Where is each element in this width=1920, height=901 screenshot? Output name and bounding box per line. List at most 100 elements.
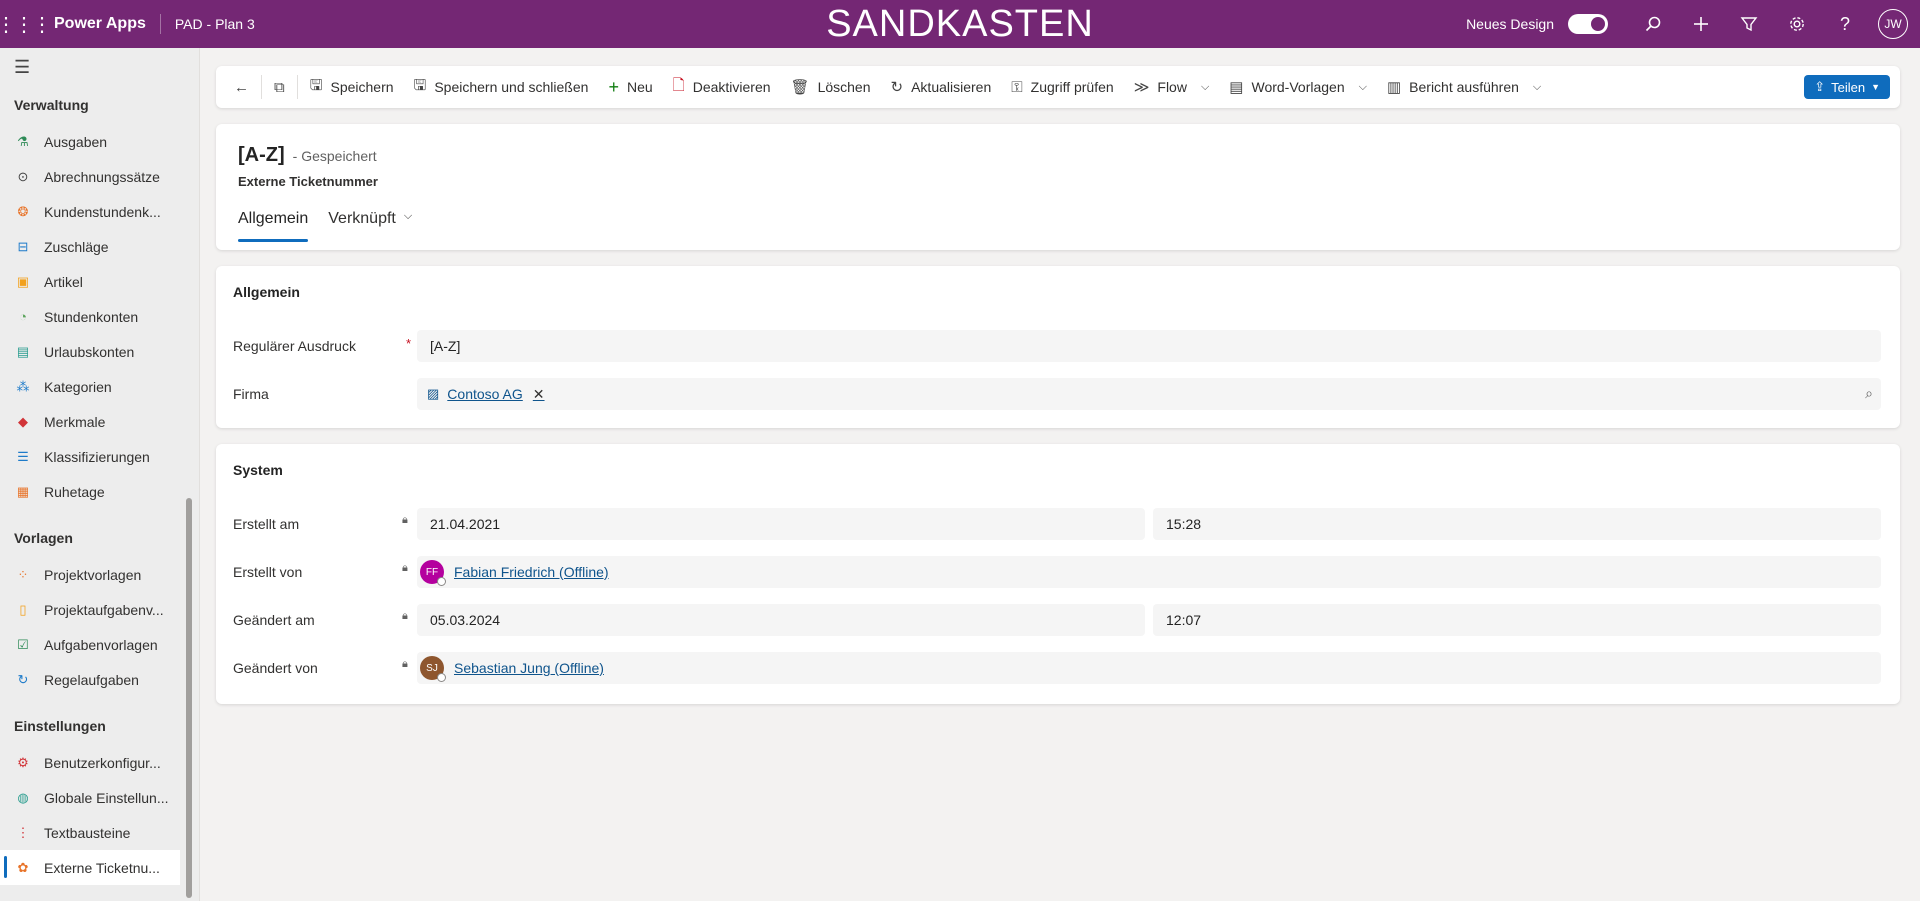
run-report-button[interactable]: ▥ Bericht ausführen ⌵ bbox=[1377, 66, 1551, 108]
add-icon[interactable] bbox=[1680, 0, 1722, 48]
check-access-button[interactable]: ⚿ Zugriff prüfen bbox=[1001, 66, 1123, 108]
company-lookup-tag[interactable]: ▨ Contoso AG ✕ bbox=[427, 386, 545, 403]
search-icon[interactable]: ⌕ bbox=[1865, 385, 1873, 402]
key-icon: ⚿ bbox=[1011, 78, 1023, 96]
share-button[interactable]: ⇪ Teilen ▼ bbox=[1804, 75, 1890, 99]
tab-verknuepft[interactable]: Verknüpft ⌵ bbox=[328, 208, 412, 244]
open-in-window-icon: ⧉ bbox=[274, 78, 285, 96]
new-button[interactable]: + Neu bbox=[598, 66, 662, 108]
save-button[interactable]: 🖫 Speichern bbox=[300, 66, 404, 108]
back-button[interactable]: ← bbox=[224, 66, 259, 108]
sidebar-item-globale-einstellungen[interactable]: ◍ Globale Einstellun... bbox=[0, 780, 199, 815]
sidebar-item-ruhetage[interactable]: ▦ Ruhetage bbox=[0, 474, 199, 509]
modified-on-date[interactable]: 05.03.2024 bbox=[417, 604, 1145, 636]
hour-account-icon: ◔ bbox=[19, 309, 27, 324]
project-task-template-icon: ▯ bbox=[19, 601, 27, 617]
sidebar-item-stundenkonten[interactable]: ◔ Stundenkonten bbox=[0, 299, 199, 334]
rest-day-icon: ▦ bbox=[16, 483, 30, 499]
created-by-name[interactable]: Fabian Friedrich (Offline) bbox=[454, 564, 609, 580]
app-launcher-icon[interactable]: ⋮⋮⋮ bbox=[0, 0, 52, 48]
app-name[interactable]: Power Apps bbox=[54, 15, 146, 33]
chevron-down-icon: ▼ bbox=[1871, 82, 1880, 92]
sidebar-item-externe-ticketnummern[interactable]: ✿ Externe Ticketnu... bbox=[0, 850, 180, 885]
help-icon[interactable]: ? bbox=[1824, 0, 1866, 48]
settings-gear-icon[interactable] bbox=[1776, 0, 1818, 48]
sidebar-item-benutzerkonfiguration[interactable]: ⚙ Benutzerkonfigur... bbox=[0, 745, 199, 780]
avatar-initials: FF bbox=[425, 566, 439, 578]
regex-input[interactable]: [A-Z] bbox=[417, 330, 1881, 362]
task-template-icon: ☑ bbox=[17, 636, 29, 652]
sidebar-item-projektaufgabenvorlagen[interactable]: ▯ Projektaufgabenv... bbox=[0, 592, 199, 627]
created-on-date[interactable]: 21.04.2021 bbox=[417, 508, 1145, 540]
sidebar-item-zuschlaege[interactable]: ⊟ Zuschläge bbox=[0, 229, 199, 264]
modified-on-time[interactable]: 12:07 bbox=[1153, 604, 1881, 636]
save-close-icon: 🖫 bbox=[413, 76, 427, 94]
sidebar-item-label: Ausgaben bbox=[44, 133, 108, 150]
sidebar-item-klassifizierungen[interactable]: ☰ Klassifizierungen bbox=[0, 439, 199, 474]
company-lookup[interactable]: ▨ Contoso AG ✕ ⌕ bbox=[417, 378, 1881, 410]
hamburger-menu-icon[interactable]: ☰ bbox=[0, 48, 199, 86]
word-templates-button[interactable]: ▤ Word-Vorlagen ⌵ bbox=[1219, 66, 1377, 108]
presence-offline-icon bbox=[437, 673, 446, 682]
sidebar-item-textbausteine[interactable]: ⋮ Textbausteine bbox=[0, 815, 199, 850]
modified-by-lookup[interactable]: SJ Sebastian Jung (Offline) bbox=[417, 652, 1881, 684]
sidebar-item-label: Merkmale bbox=[44, 413, 106, 430]
lock-icon: 🔒︎ bbox=[402, 610, 408, 622]
save-label: Speichern bbox=[330, 79, 394, 95]
field-label: Regulärer Ausdruck bbox=[233, 338, 356, 354]
field-modified-by: Geändert von 🔒︎ SJ Sebastian Jung (Offli… bbox=[216, 652, 1900, 684]
chevron-down-icon: ⌵ bbox=[403, 210, 413, 222]
delete-button[interactable]: 🗑 Löschen bbox=[781, 66, 881, 108]
field-modified-on: Geändert am 🔒︎ 05.03.2024 12:07 bbox=[216, 604, 1900, 636]
sidebar-group-vorlagen: Vorlagen bbox=[14, 530, 73, 546]
classification-icon: ☰ bbox=[17, 448, 29, 464]
avatar: FF bbox=[420, 560, 446, 586]
company-name[interactable]: Contoso AG bbox=[447, 386, 523, 402]
refresh-button[interactable]: ↻ Aktualisieren bbox=[881, 66, 1002, 108]
remove-icon[interactable]: ✕ bbox=[533, 386, 545, 403]
sidebar-item-regelaufgaben[interactable]: ↻ Regelaufgaben bbox=[0, 662, 199, 697]
topbar-actions: Neues Design ? JW bbox=[1466, 0, 1908, 48]
sidebar-item-merkmale[interactable]: ◆ Merkmale bbox=[0, 404, 199, 439]
filter-icon[interactable] bbox=[1728, 0, 1770, 48]
tab-allgemein[interactable]: Allgemein bbox=[238, 208, 309, 244]
sidebar-item-ausgaben[interactable]: ⚗ Ausgaben bbox=[0, 124, 199, 159]
user-avatar[interactable]: JW bbox=[1878, 9, 1908, 39]
sidebar-item-label: Artikel bbox=[44, 273, 83, 290]
sidebar-item-label: Ruhetage bbox=[44, 483, 105, 500]
created-on-time[interactable]: 15:28 bbox=[1153, 508, 1881, 540]
record-entity-name: Externe Ticketnummer bbox=[238, 174, 378, 189]
save-and-close-button[interactable]: 🖫 Speichern und schließen bbox=[404, 66, 599, 108]
created-by-lookup[interactable]: FF Fabian Friedrich (Offline) bbox=[417, 556, 1881, 588]
sidebar-item-abrechnungssaetze[interactable]: ⊙ Abrechnungssätze bbox=[0, 159, 199, 194]
record-title: [A-Z] - Gespeichert bbox=[238, 144, 377, 167]
sidebar-item-label: Textbausteine bbox=[44, 824, 131, 841]
search-icon[interactable] bbox=[1632, 0, 1674, 48]
sidebar-scrollbar[interactable] bbox=[186, 498, 192, 898]
lock-icon: 🔒︎ bbox=[402, 658, 408, 670]
category-icon: ⁂ bbox=[16, 378, 30, 394]
sidebar-item-kategorien[interactable]: ⁂ Kategorien bbox=[0, 369, 199, 404]
sidebar-item-kundenstundenkonten[interactable]: ❂ Kundenstundenk... bbox=[0, 194, 199, 229]
avatar-initials: SJ bbox=[426, 662, 438, 674]
deactivate-button[interactable]: 🗋 Deaktivieren bbox=[663, 66, 781, 108]
field-firma: Firma ▨ Contoso AG ✕ ⌕ bbox=[216, 378, 1900, 410]
modified-by-name[interactable]: Sebastian Jung (Offline) bbox=[454, 660, 604, 676]
sidebar-item-aufgabenvorlagen[interactable]: ☑ Aufgabenvorlagen bbox=[0, 627, 199, 662]
recurring-task-icon: ↻ bbox=[17, 671, 29, 687]
sidebar-item-label: Globale Einstellun... bbox=[44, 789, 169, 806]
sidebar-item-urlaubskonten[interactable]: ▤ Urlaubskonten bbox=[0, 334, 199, 369]
field-regex: Regulärer Ausdruck * [A-Z] bbox=[216, 330, 1900, 362]
open-new-window-button[interactable]: ⧉ bbox=[264, 66, 295, 108]
flow-icon: ≫ bbox=[1133, 79, 1150, 96]
sidebar-item-label: Zuschläge bbox=[44, 238, 109, 255]
environment-name[interactable]: PAD - Plan 3 bbox=[175, 16, 255, 32]
new-design-toggle[interactable] bbox=[1568, 14, 1608, 34]
command-divider bbox=[296, 75, 298, 99]
delete-label: Löschen bbox=[817, 79, 871, 95]
article-icon: ▣ bbox=[16, 273, 30, 289]
sidebar-item-artikel[interactable]: ▣ Artikel bbox=[0, 264, 199, 299]
flow-button[interactable]: ≫ Flow ⌵ bbox=[1124, 66, 1220, 108]
sidebar-item-projektvorlagen[interactable]: ⁘ Projektvorlagen bbox=[0, 557, 199, 592]
word-templates-label: Word-Vorlagen bbox=[1251, 79, 1345, 95]
